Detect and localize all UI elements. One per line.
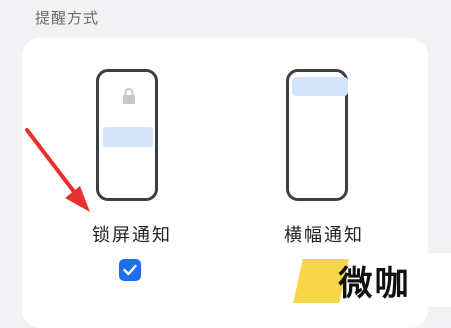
lock-icon	[123, 88, 135, 104]
option-label-banner: 横幅通知	[284, 225, 364, 246]
section-title: 提醒方式	[35, 9, 100, 27]
watermark-logo: 微咖	[293, 253, 451, 307]
banner-notification-bar	[292, 77, 348, 96]
banner-preview[interactable]	[286, 69, 348, 201]
lock-screen-preview[interactable]	[96, 69, 158, 201]
option-label-lock-screen: 锁屏通知	[92, 225, 172, 246]
option-lock-screen-notification[interactable]: 锁屏通知	[82, 64, 192, 304]
lock-screen-notification-bar	[103, 127, 153, 147]
lock-screen-checkbox[interactable]	[119, 259, 141, 281]
checkmark-icon	[123, 264, 137, 276]
watermark-text: 微咖	[338, 263, 411, 304]
